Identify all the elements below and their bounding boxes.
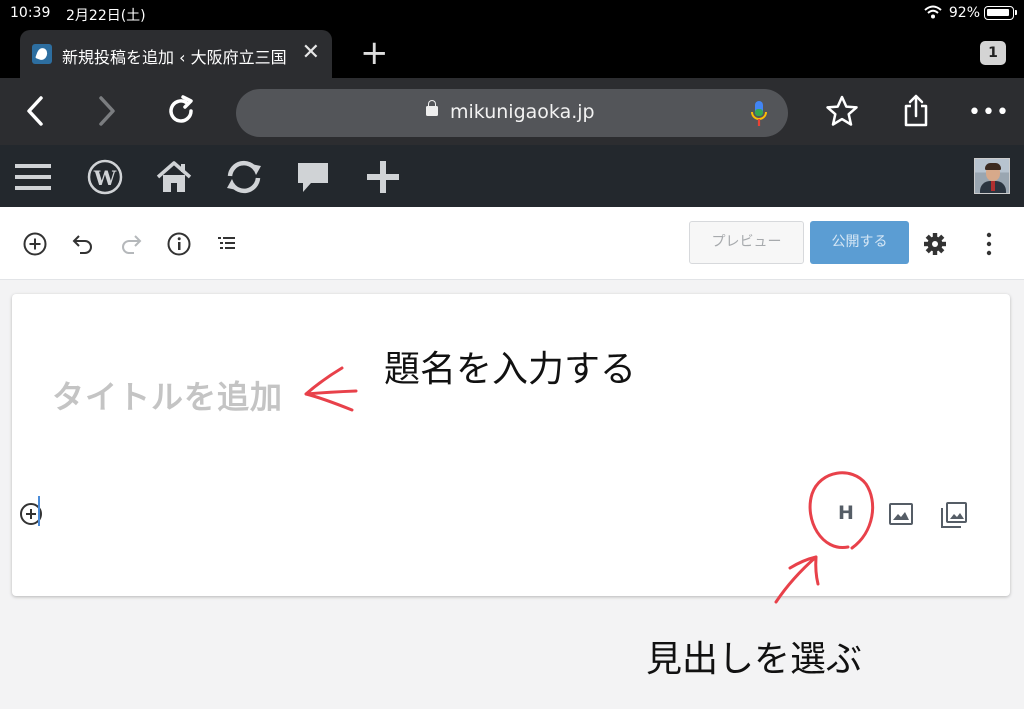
lock-icon <box>426 100 438 116</box>
info-icon[interactable] <box>166 231 192 257</box>
image-block-icon[interactable] <box>888 501 914 527</box>
wifi-icon <box>924 5 942 19</box>
add-block-icon[interactable] <box>22 231 48 257</box>
browser-tab-active[interactable]: 新規投稿を追加 ‹ 大阪府立三国 ✕ <box>20 30 332 78</box>
address-bar[interactable]: mikunigaoka.jp <box>236 89 788 137</box>
settings-gear-icon[interactable] <box>922 231 948 257</box>
new-tab-button[interactable]: + <box>360 36 389 70</box>
forward-icon[interactable] <box>94 94 120 128</box>
wp-admin-bar: W <box>0 145 1024 207</box>
tab-count-button[interactable]: 1 <box>980 41 1006 65</box>
editor-header: プレビュー 公開する <box>0 207 1024 280</box>
battery-percentage: 92% <box>948 5 980 21</box>
svg-text:W: W <box>93 166 117 190</box>
wordpress-logo-icon[interactable]: W <box>86 159 124 195</box>
menu-icon[interactable] <box>14 159 52 195</box>
screen: 10:39 2月22日(土) 92% 新規投稿を追加 ‹ 大阪府立三国 ✕ + … <box>0 0 1024 709</box>
bookmark-star-icon[interactable] <box>824 94 860 128</box>
reload-icon[interactable] <box>164 94 198 128</box>
add-new-icon[interactable] <box>364 159 402 195</box>
redo-icon[interactable] <box>118 231 144 257</box>
share-icon[interactable] <box>898 94 934 128</box>
post-title-input[interactable]: タイトルを追加 <box>52 372 283 418</box>
comments-icon[interactable] <box>296 159 330 195</box>
annotation-heading-note: 見出しを選ぶ <box>646 639 863 680</box>
outline-list-icon[interactable] <box>214 231 240 257</box>
back-icon[interactable] <box>22 94 48 128</box>
gallery-block-icon[interactable] <box>939 500 969 530</box>
undo-icon[interactable] <box>70 231 96 257</box>
status-bar: 10:39 2月22日(土) 92% <box>0 0 1024 28</box>
tab-title: 新規投稿を追加 ‹ 大阪府立三国 <box>62 48 287 67</box>
heading-block-button[interactable]: H <box>838 502 854 524</box>
annotation-title-note: 題名を入力する <box>384 349 637 390</box>
text-caret <box>38 496 40 526</box>
more-menu-icon[interactable]: ••• <box>968 100 1010 125</box>
updates-icon[interactable] <box>222 159 266 195</box>
user-avatar[interactable] <box>974 158 1010 194</box>
status-date: 2月22日(土) <box>66 8 146 24</box>
tab-strip: 新規投稿を追加 ‹ 大阪府立三国 ✕ + 1 <box>0 28 1024 78</box>
battery-icon <box>984 6 1017 20</box>
address-url: mikunigaoka.jp <box>450 101 595 123</box>
home-icon[interactable] <box>156 159 192 195</box>
site-favicon-icon <box>32 44 52 64</box>
microphone-icon[interactable] <box>750 100 768 128</box>
close-tab-icon[interactable]: ✕ <box>302 42 320 64</box>
status-time: 10:39 <box>10 5 51 21</box>
preview-button[interactable]: プレビュー <box>689 221 804 264</box>
more-options-icon[interactable] <box>976 231 1002 257</box>
publish-button[interactable]: 公開する <box>810 221 909 264</box>
